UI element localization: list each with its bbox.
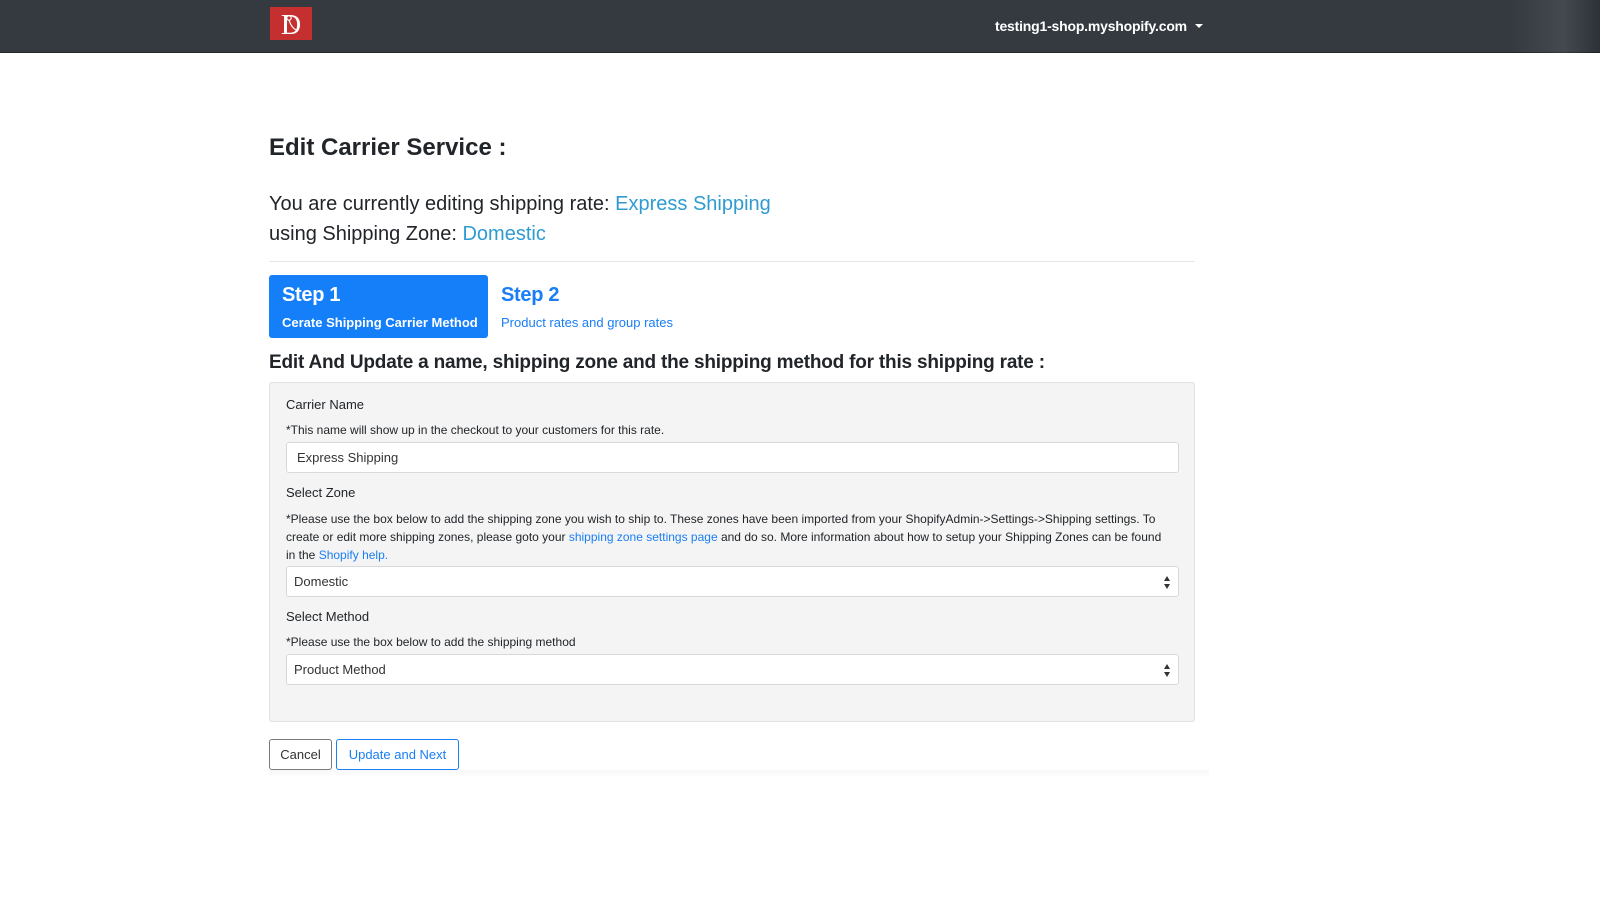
shipping-zone-settings-link[interactable]: shipping zone settings page: [569, 530, 718, 544]
select-method-help: *Please use the box below to add the shi…: [286, 635, 576, 649]
caret-down-icon: [1194, 24, 1203, 28]
zone-select[interactable]: Domestic: [286, 566, 1179, 597]
top-navbar: D testing1-shop.myshopify.com: [0, 0, 1600, 53]
step-title: Step 2: [501, 284, 560, 306]
page-title: Edit Carrier Service :: [269, 134, 507, 161]
select-method-label: Select Method: [286, 609, 370, 624]
shopify-help-link[interactable]: Shopify help.: [319, 548, 388, 562]
step-subtitle: Cerate Shipping Carrier Method: [282, 315, 478, 330]
editing-zone-line: using Shipping Zone: Domestic: [269, 223, 546, 246]
carrier-name-help: *This name will show up in the checkout …: [286, 423, 665, 437]
step-subtitle: Product rates and group rates: [501, 315, 673, 330]
divider: [269, 261, 1195, 262]
carrier-form: Carrier Name *This name will show up in …: [269, 382, 1195, 722]
form-heading: Edit And Update a name, shipping zone an…: [269, 352, 1045, 373]
method-select-value: Product Method: [294, 662, 386, 677]
step-1-tab[interactable]: Step 1 Cerate Shipping Carrier Method: [269, 275, 488, 338]
select-arrows-icon: [1164, 664, 1172, 677]
brand-logo[interactable]: D: [270, 7, 312, 40]
select-zone-help: *Please use the box below to add the shi…: [286, 510, 1166, 564]
account-name: testing1-shop.myshopify.com: [995, 18, 1187, 34]
rate-name: Express Shipping: [615, 193, 771, 215]
update-and-next-button[interactable]: Update and Next: [336, 739, 459, 770]
brand-d-logo-icon: D: [281, 10, 301, 39]
select-zone-label: Select Zone: [286, 485, 356, 500]
select-arrows-icon: [1164, 576, 1172, 589]
zone-select-value: Domestic: [294, 574, 349, 589]
footer-shadow: [269, 770, 1209, 778]
method-select[interactable]: Product Method: [286, 654, 1179, 685]
step-2-tab[interactable]: Step 2 Product rates and group rates: [488, 275, 708, 338]
carrier-name-input[interactable]: [286, 442, 1179, 473]
cancel-button[interactable]: Cancel: [269, 739, 332, 770]
account-dropdown[interactable]: testing1-shop.myshopify.com: [995, 15, 1203, 37]
carrier-name-label: Carrier Name: [286, 397, 365, 412]
step-title: Step 1: [282, 284, 341, 306]
editing-rate-line: You are currently editing shipping rate:…: [269, 193, 771, 216]
zone-name: Domestic: [462, 223, 546, 245]
editing-zone-prefix: using Shipping Zone:: [269, 223, 463, 245]
editing-rate-prefix: You are currently editing shipping rate:: [269, 193, 616, 215]
